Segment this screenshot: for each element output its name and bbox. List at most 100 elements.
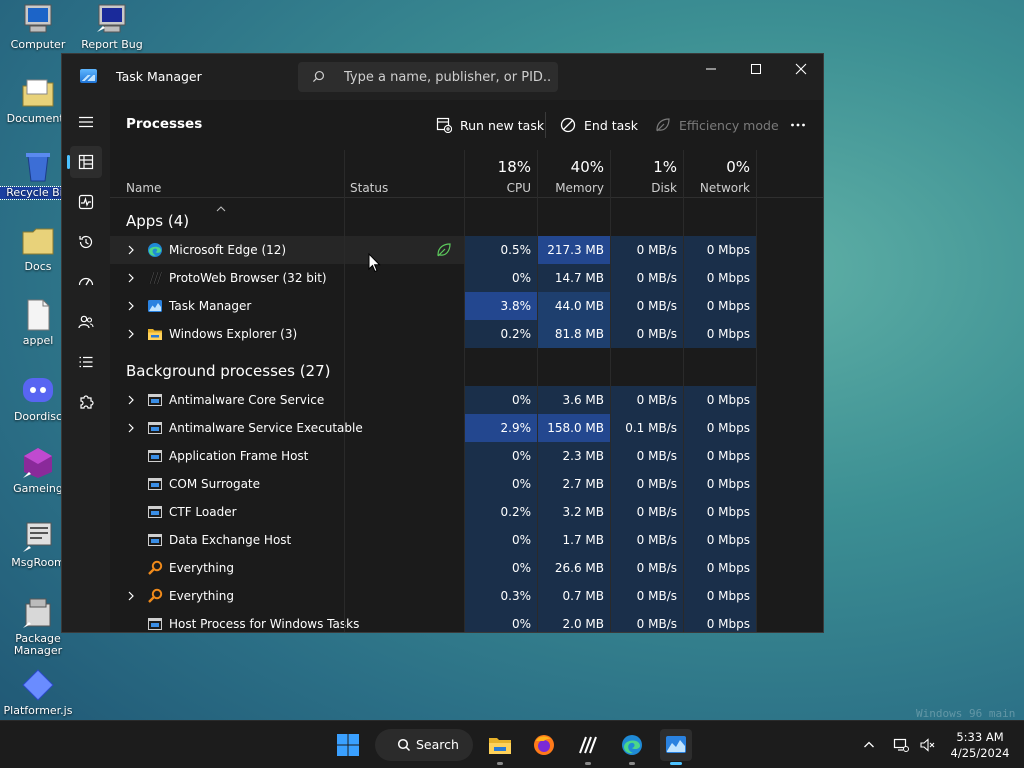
end-task-label: End task <box>584 117 639 133</box>
process-row[interactable]: Antimalware Core Service 0% 3.6 MB 0 MB/s 0 … <box>110 386 756 414</box>
cpu-cell: 0% <box>464 526 537 554</box>
process-row[interactable]: Everything 0% 26.6 MB 0 MB/s 0 Mbps <box>110 554 756 582</box>
process-name: CTF Loader <box>169 505 237 519</box>
memory-total-percent: 40% <box>570 158 604 176</box>
cpu-cell: 0% <box>464 264 537 292</box>
column-disk[interactable]: 1% Disk <box>610 150 683 198</box>
chevron-right-icon[interactable] <box>126 395 136 405</box>
processes-icon <box>78 154 94 170</box>
process-name: Host Process for Windows Tasks <box>169 617 360 631</box>
chevron-right-icon[interactable] <box>126 245 136 255</box>
taskbar-firefox[interactable] <box>528 729 560 761</box>
column-cpu-label: CPU <box>506 181 531 195</box>
recycle-bin-icon <box>21 150 55 184</box>
process-row[interactable]: Antimalware Service Executable 2.9% 158.0 … <box>110 414 756 442</box>
chevron-right-icon[interactable] <box>126 591 136 601</box>
minimize-button[interactable] <box>688 54 734 84</box>
desktop-icon-label: Computer <box>10 38 66 51</box>
nav-users[interactable] <box>70 306 102 338</box>
memory-cell: 81.8 MB <box>537 320 610 348</box>
nav-app-history[interactable] <box>70 226 102 258</box>
running-indicator <box>670 762 682 765</box>
show-hidden-icons-button[interactable] <box>858 729 880 761</box>
chevron-right-icon[interactable] <box>126 273 136 283</box>
desktop-icon-report-bug[interactable]: Report Bug <box>74 2 150 51</box>
start-button[interactable] <box>332 729 364 761</box>
column-divider <box>344 150 345 632</box>
network-cell: 0 Mbps <box>683 320 756 348</box>
process-row[interactable]: CTF Loader 0.2% 3.2 MB 0 MB/s 0 Mbps <box>110 498 756 526</box>
desktop-icon-platformer[interactable]: Platformer.js <box>0 668 76 717</box>
column-memory[interactable]: 40% Memory <box>537 150 610 198</box>
column-divider <box>464 150 465 632</box>
more-ellipsis-icon <box>791 123 805 127</box>
search-box[interactable] <box>298 62 558 92</box>
chevron-right-icon[interactable] <box>126 329 136 339</box>
cpu-cell: 0.3% <box>464 582 537 610</box>
close-button[interactable] <box>778 54 823 84</box>
maximize-button[interactable] <box>733 54 779 84</box>
desktop-watermark: Windows 96 main <box>916 707 1016 720</box>
nav-startup-apps[interactable] <box>70 266 102 298</box>
process-row[interactable]: Data Exchange Host 0% 1.7 MB 0 MB/s 0 Mbps <box>110 526 756 554</box>
task-manager-window: Task Manager Type a name, publisher, or … <box>61 53 824 633</box>
nav-services[interactable] <box>70 386 102 418</box>
network-status-button[interactable] <box>890 729 912 761</box>
column-network[interactable]: 0% Network <box>683 150 756 198</box>
process-row[interactable]: Task Manager 3.8% 44.0 MB 0 MB/s 0 Mbps <box>110 292 756 320</box>
taskbar-file-explorer[interactable] <box>484 729 516 765</box>
taskbar-protoweb[interactable] <box>572 729 604 765</box>
process-row[interactable]: Host Process for Windows Tasks 0% 2.0 MB 0 … <box>110 610 756 632</box>
memory-cell: 158.0 MB <box>537 414 610 442</box>
network-cell: 0 Mbps <box>683 470 756 498</box>
title-bar[interactable]: Task Manager <box>62 54 823 100</box>
service-icon <box>148 534 162 546</box>
process-row[interactable]: Everything 0.3% 0.7 MB 0 MB/s 0 Mbps <box>110 582 756 610</box>
process-row[interactable]: Microsoft Edge (12) 0.5% 217.3 MB 0 MB/s 0 M… <box>110 236 756 264</box>
more-options-button[interactable] <box>790 114 814 136</box>
memory-cell: 1.7 MB <box>537 526 610 554</box>
documents-folder-icon <box>21 76 55 110</box>
memory-cell: 26.6 MB <box>537 554 610 582</box>
network-cell: 0 Mbps <box>683 414 756 442</box>
disk-cell: 0 MB/s <box>610 554 683 582</box>
group-header-apps: Apps (4) <box>126 212 190 230</box>
hamburger-menu-button[interactable] <box>70 106 102 138</box>
search-input[interactable] <box>344 68 550 86</box>
service-icon <box>148 506 162 518</box>
process-row[interactable]: ProtoWeb Browser (32 bit) 0% 14.7 MB 0 MB/s… <box>110 264 756 292</box>
process-row[interactable]: Windows Explorer (3) 0.2% 81.8 MB 0 MB/s 0 M… <box>110 320 756 348</box>
column-name[interactable]: Name <box>110 150 344 198</box>
column-status[interactable]: Status <box>344 150 464 198</box>
nav-processes[interactable] <box>67 146 102 178</box>
column-cpu[interactable]: 18% CPU <box>464 150 537 198</box>
system-clock[interactable]: 5:33 AM 4/25/2024 <box>940 729 1020 761</box>
package-manager-icon <box>21 596 55 630</box>
taskbar-task-manager[interactable] <box>660 729 692 765</box>
disk-cell: 0.1 MB/s <box>610 414 683 442</box>
service-icon <box>148 422 162 434</box>
process-name: Everything <box>169 561 234 575</box>
disk-cell: 0 MB/s <box>610 582 683 610</box>
taskbar-edge[interactable] <box>616 729 648 765</box>
window-title: Task Manager <box>116 69 202 84</box>
efficiency-mode-button[interactable]: Efficiency mode <box>655 114 779 136</box>
disk-cell: 0 MB/s <box>610 236 683 264</box>
cpu-cell: 0% <box>464 554 537 582</box>
history-icon <box>79 235 93 249</box>
msgroom-icon <box>21 520 55 554</box>
end-task-button[interactable]: End task <box>560 114 638 136</box>
process-row[interactable]: Application Frame Host 0% 2.3 MB 0 MB/s 0 Mb… <box>110 442 756 470</box>
volume-button[interactable] <box>916 729 938 761</box>
nav-details[interactable] <box>70 346 102 378</box>
computer-icon <box>21 2 55 36</box>
chevron-right-icon[interactable] <box>126 301 136 311</box>
process-row[interactable]: COM Surrogate 0% 2.7 MB 0 MB/s 0 Mbps <box>110 470 756 498</box>
chevron-right-icon[interactable] <box>126 423 136 433</box>
run-new-task-button[interactable]: Run new task <box>436 114 544 136</box>
search-icon <box>312 70 325 83</box>
nav-performance[interactable] <box>70 186 102 218</box>
desktop-icon-computer[interactable]: Computer <box>0 2 76 51</box>
taskbar-search-button[interactable]: Search <box>375 729 473 761</box>
process-name: Data Exchange Host <box>169 533 292 547</box>
